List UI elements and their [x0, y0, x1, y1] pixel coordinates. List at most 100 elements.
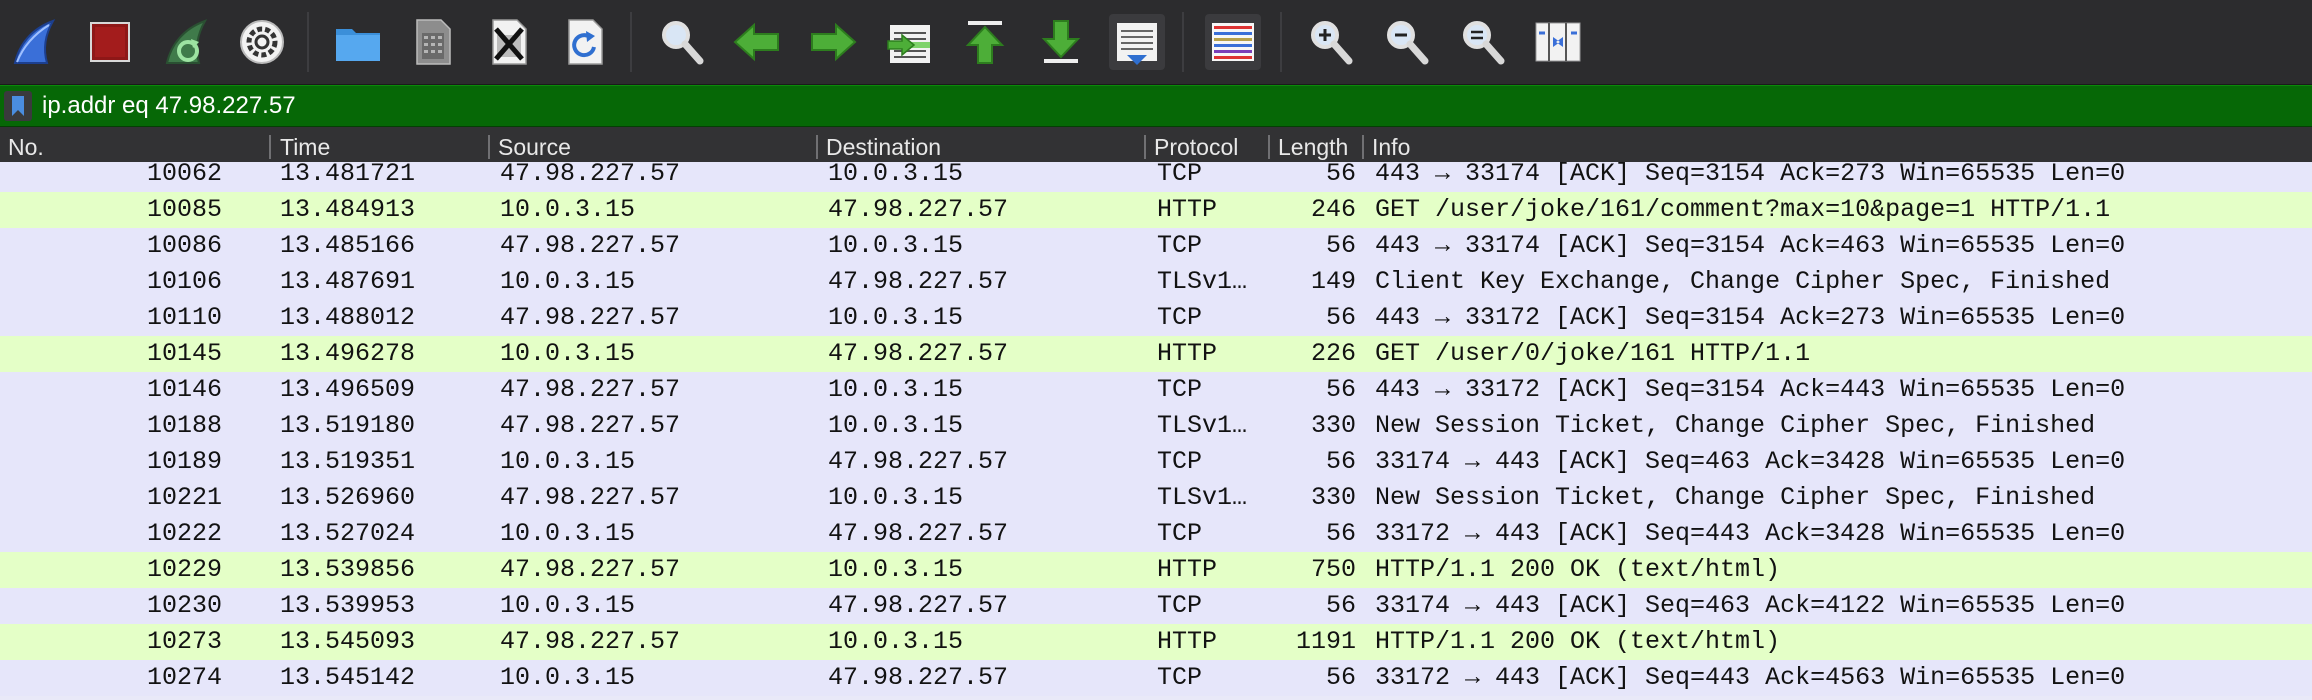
- packet-source: 47.98.227.57: [500, 627, 681, 656]
- packet-protocol: HTTP: [1157, 195, 1218, 224]
- column-header-source[interactable]: Source: [498, 127, 808, 164]
- packet-row[interactable]: 10273 13.545093 47.98.227.57 10.0.3.15 HTTP 1…: [0, 624, 2312, 660]
- packet-no: 10086: [146, 231, 222, 260]
- first-packet-icon[interactable]: [957, 14, 1013, 70]
- column-header-destination[interactable]: Destination: [826, 127, 1136, 164]
- packet-no: 10062: [146, 162, 222, 188]
- packet-time: 13.484913: [280, 195, 416, 224]
- packet-no: 10274: [146, 663, 222, 692]
- packet-protocol: TLSv1…: [1157, 267, 1248, 296]
- packet-source: 47.98.227.57: [500, 375, 681, 404]
- packet-row[interactable]: 10086 13.485166 47.98.227.57 10.0.3.15 TCP 56…: [0, 228, 2312, 264]
- packet-length: 149: [1310, 267, 1356, 296]
- resize-columns-icon[interactable]: [1530, 14, 1586, 70]
- packet-length: 56: [1325, 162, 1356, 188]
- column-divider[interactable]: [488, 135, 490, 159]
- packet-source: 47.98.227.57: [500, 303, 681, 332]
- packet-length: 56: [1325, 231, 1356, 260]
- packet-info: GET /user/joke/161/comment?max=10&page=1…: [1375, 195, 2111, 224]
- packet-row[interactable]: 10106 13.487691 10.0.3.15 47.98.227.57 TLSv1…: [0, 264, 2312, 300]
- column-divider[interactable]: [269, 135, 271, 159]
- start-capture-icon[interactable]: [6, 14, 62, 70]
- packet-row[interactable]: 10274 13.545142 10.0.3.15 47.98.227.57 TCP 56…: [0, 660, 2312, 696]
- column-divider[interactable]: [1144, 135, 1146, 159]
- column-header-no[interactable]: No.: [8, 127, 268, 164]
- capture-options-icon[interactable]: [234, 14, 290, 70]
- column-header-length[interactable]: Length: [1278, 127, 1356, 164]
- packet-time: 13.539856: [280, 555, 416, 584]
- restart-capture-icon[interactable]: [158, 14, 214, 70]
- packet-protocol: TLSv1…: [1157, 411, 1248, 440]
- packet-source: 47.98.227.57: [500, 555, 681, 584]
- column-divider[interactable]: [1268, 135, 1270, 159]
- column-divider[interactable]: [816, 135, 818, 159]
- toolbar-separator: [1182, 12, 1184, 72]
- column-header-protocol[interactable]: Protocol: [1154, 127, 1262, 164]
- packet-row[interactable]: 10230 13.539953 10.0.3.15 47.98.227.57 TCP 56…: [0, 588, 2312, 624]
- last-packet-icon[interactable]: [1033, 14, 1089, 70]
- packet-source: 47.98.227.57: [500, 231, 681, 260]
- packet-destination: 47.98.227.57: [828, 267, 1009, 296]
- column-header-time[interactable]: Time: [280, 127, 480, 164]
- packet-row[interactable]: 10062 13.481721 47.98.227.57 10.0.3.15 TCP 56…: [0, 162, 2312, 192]
- display-filter-input[interactable]: ip.addr eq 47.98.227.57: [42, 91, 296, 121]
- zoom-out-icon[interactable]: [1378, 14, 1434, 70]
- packet-protocol: TCP: [1157, 663, 1203, 692]
- packet-time: 13.545142: [280, 663, 416, 692]
- packet-no: 10273: [146, 627, 222, 656]
- open-file-icon[interactable]: [330, 14, 386, 70]
- packet-row[interactable]: 10145 13.496278 10.0.3.15 47.98.227.57 HTTP 2…: [0, 336, 2312, 372]
- reload-file-icon[interactable]: [557, 14, 613, 70]
- packet-no: 10085: [146, 195, 222, 224]
- packet-destination: 47.98.227.57: [828, 447, 1009, 476]
- packet-info: GET /user/0/joke/161 HTTP/1.1: [1375, 339, 1811, 368]
- packet-destination: 47.98.227.57: [828, 195, 1009, 224]
- packet-time: 13.496509: [280, 375, 416, 404]
- column-header-info[interactable]: Info: [1372, 127, 1772, 164]
- go-to-packet-icon[interactable]: [881, 14, 937, 70]
- column-divider[interactable]: [1362, 135, 1364, 159]
- packet-time: 13.487691: [280, 267, 416, 296]
- packet-info: HTTP/1.1 200 OK (text/html): [1375, 627, 1781, 656]
- packet-row[interactable]: 10110 13.488012 47.98.227.57 10.0.3.15 TCP 56…: [0, 300, 2312, 336]
- stop-capture-icon[interactable]: [82, 14, 138, 70]
- packet-protocol: TCP: [1157, 231, 1203, 260]
- packet-row[interactable]: 10229 13.539856 47.98.227.57 10.0.3.15 HTTP 7…: [0, 552, 2312, 588]
- packet-destination: 47.98.227.57: [828, 591, 1009, 620]
- normal-size-icon[interactable]: [1454, 14, 1510, 70]
- packet-row[interactable]: 10221 13.526960 47.98.227.57 10.0.3.15 TLSv1…: [0, 480, 2312, 516]
- packet-info: 443 → 33172 [ACK] Seq=3154 Ack=273 Win=6…: [1375, 303, 2126, 332]
- packet-row[interactable]: 10189 13.519351 10.0.3.15 47.98.227.57 TCP 56…: [0, 444, 2312, 480]
- packet-protocol: HTTP: [1157, 555, 1218, 584]
- packet-row[interactable]: 10146 13.496509 47.98.227.57 10.0.3.15 TCP 56…: [0, 372, 2312, 408]
- packet-row[interactable]: 10085 13.484913 10.0.3.15 47.98.227.57 HTTP 2…: [0, 192, 2312, 228]
- packet-info: 443 → 33174 [ACK] Seq=3154 Ack=273 Win=6…: [1375, 162, 2126, 188]
- go-back-icon[interactable]: [729, 14, 785, 70]
- packet-length: 330: [1310, 483, 1356, 512]
- packet-info: Client Key Exchange, Change Cipher Spec,…: [1375, 267, 2111, 296]
- auto-scroll-icon[interactable]: [1109, 14, 1165, 70]
- toolbar-separator: [630, 12, 632, 72]
- packet-length: 1191: [1295, 627, 1356, 656]
- zoom-in-icon[interactable]: [1302, 14, 1358, 70]
- packet-destination: 10.0.3.15: [828, 231, 964, 260]
- find-packet-icon[interactable]: [653, 14, 709, 70]
- packet-info: New Session Ticket, Change Cipher Spec, …: [1375, 411, 2096, 440]
- packet-protocol: TCP: [1157, 591, 1203, 620]
- packet-source: 47.98.227.57: [500, 411, 681, 440]
- packet-source: 10.0.3.15: [500, 339, 636, 368]
- packet-time: 13.519351: [280, 447, 416, 476]
- colorize-icon[interactable]: [1205, 14, 1261, 70]
- close-file-icon[interactable]: [481, 14, 537, 70]
- packet-protocol: HTTP: [1157, 339, 1218, 368]
- save-file-icon[interactable]: [405, 14, 461, 70]
- packet-time: 13.519180: [280, 411, 416, 440]
- filter-bookmark-icon[interactable]: [4, 91, 32, 121]
- packet-row[interactable]: 10188 13.519180 47.98.227.57 10.0.3.15 TLSv1…: [0, 408, 2312, 444]
- packet-time: 13.545093: [280, 627, 416, 656]
- go-forward-icon[interactable]: [805, 14, 861, 70]
- packet-row[interactable]: 10222 13.527024 10.0.3.15 47.98.227.57 TCP 56…: [0, 516, 2312, 552]
- packet-length: 226: [1310, 339, 1356, 368]
- packet-length: 56: [1325, 375, 1356, 404]
- packet-no: 10230: [146, 591, 222, 620]
